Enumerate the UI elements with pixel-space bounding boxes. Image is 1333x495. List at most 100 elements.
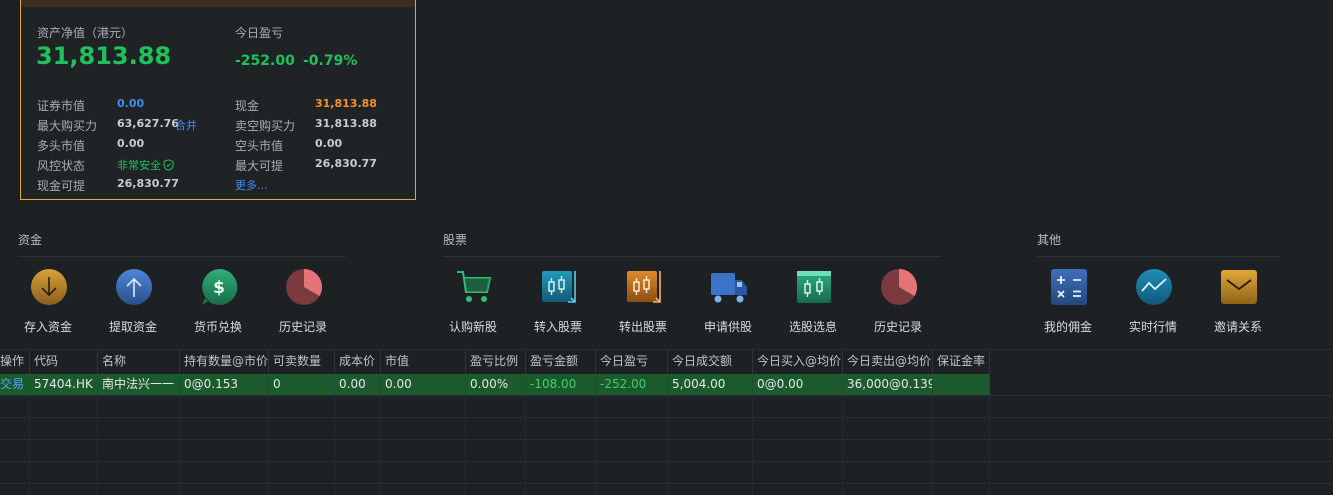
today-pnl-label: 今日盈亏 bbox=[235, 26, 284, 40]
short-buying-power-value: 31,813.88 bbox=[315, 117, 377, 130]
short-buying-power-label: 卖空购买力 bbox=[235, 119, 296, 133]
col-header-today-buy[interactable]: 今日买入@均价 bbox=[753, 350, 843, 374]
max-withdrawable-value: 26,830.77 bbox=[315, 157, 377, 170]
transfer-out-stock-button[interactable]: 转出股票 bbox=[605, 268, 681, 338]
invite-relation-label: 邀请关系 bbox=[1213, 320, 1262, 334]
ipo-subscribe-button[interactable]: 认购新股 bbox=[435, 268, 511, 338]
ipo-subscribe-label: 认购新股 bbox=[448, 320, 497, 334]
grid-col-line bbox=[380, 395, 381, 495]
funds-section-divider bbox=[18, 256, 346, 257]
currency-exchange-icon: $ bbox=[202, 268, 238, 305]
realtime-quotes-button[interactable]: 实时行情 bbox=[1115, 268, 1191, 338]
col-header-action[interactable]: 操作 bbox=[0, 350, 30, 374]
grid-col-line bbox=[268, 395, 269, 495]
scrip-option-icon bbox=[797, 271, 831, 303]
deposit-funds-button[interactable]: 存入资金 bbox=[10, 268, 86, 338]
svg-text:$: $ bbox=[213, 278, 225, 298]
transfer-out-stock-label: 转出股票 bbox=[618, 320, 667, 334]
cell-market-value: 0.00 bbox=[381, 374, 466, 395]
short-value-label: 空头市值 bbox=[235, 139, 284, 153]
grid-col-line bbox=[525, 395, 526, 495]
scrip-option-button[interactable]: 选股选息 bbox=[775, 268, 851, 338]
funds-history-label: 历史记录 bbox=[278, 320, 327, 334]
col-header-code[interactable]: 代码 bbox=[30, 350, 98, 374]
cell-pnl-amount: -108.00 bbox=[526, 374, 596, 395]
cash-label: 现金 bbox=[235, 99, 260, 113]
cell-pnl-ratio: 0.00% bbox=[466, 374, 526, 395]
cell-today-turnover: 5,004.00 bbox=[668, 374, 753, 395]
account-summary-card: 资产净值（港元） 31,813.88 今日盈亏 -252.00 -0.79% 证… bbox=[20, 0, 416, 200]
history-icon bbox=[881, 269, 918, 305]
invite-relation-button[interactable]: 邀请关系 bbox=[1200, 268, 1276, 338]
transfer-in-stock-label: 转入股票 bbox=[533, 320, 582, 334]
scrip-option-label: 选股选息 bbox=[788, 320, 837, 334]
commission-calculator-icon bbox=[1051, 269, 1087, 305]
col-header-market-value[interactable]: 市值 bbox=[381, 350, 466, 374]
risk-status-value: 非常安全 bbox=[117, 157, 174, 173]
deposit-icon bbox=[31, 269, 67, 305]
col-header-today-pnl[interactable]: 今日盈亏 bbox=[596, 350, 668, 374]
grid-col-line bbox=[667, 395, 668, 495]
cell-holding-qty: 0@0.153 bbox=[180, 374, 269, 395]
trade-link[interactable]: 交易 bbox=[0, 374, 30, 395]
col-header-sellable-qty[interactable]: 可卖数量 bbox=[269, 350, 335, 374]
col-header-holding-qty[interactable]: 持有数量@市价 bbox=[180, 350, 269, 374]
transfer-in-icon bbox=[542, 271, 576, 303]
funds-section-title: 资金 bbox=[18, 233, 43, 247]
securities-value-label: 证券市值 bbox=[37, 99, 86, 113]
cell-today-sell: 36,000@0.139 bbox=[843, 374, 933, 395]
col-header-today-turnover[interactable]: 今日成交额 bbox=[668, 350, 753, 374]
net-assets-value: 31,813.88 bbox=[36, 42, 172, 70]
shield-icon bbox=[163, 159, 174, 171]
max-buying-power-label: 最大购买力 bbox=[37, 119, 98, 133]
stocks-section-divider bbox=[443, 256, 941, 257]
transfer-in-stock-button[interactable]: 转入股票 bbox=[520, 268, 596, 338]
rights-issue-label: 申请供股 bbox=[703, 320, 752, 334]
more-link[interactable]: 更多... bbox=[235, 177, 268, 193]
cell-sellable-qty: 0 bbox=[269, 374, 335, 395]
long-value-label: 多头市值 bbox=[37, 139, 86, 153]
grid-col-line bbox=[179, 395, 180, 495]
withdraw-funds-button[interactable]: 提取资金 bbox=[95, 268, 171, 338]
rights-issue-icon bbox=[711, 273, 747, 303]
currency-exchange-button[interactable]: $ 货币兑换 bbox=[180, 268, 256, 338]
col-header-margin-ratio[interactable]: 保证金率 bbox=[933, 350, 990, 374]
withdraw-funds-label: 提取资金 bbox=[108, 320, 157, 334]
grid-col-line bbox=[752, 395, 753, 495]
stocks-section-title: 股票 bbox=[443, 233, 468, 247]
cash-value: 31,813.88 bbox=[315, 97, 377, 110]
my-commission-button[interactable]: 我的佣金 bbox=[1030, 268, 1106, 338]
long-value: 0.00 bbox=[117, 137, 145, 150]
max-buying-power-value: 63,627.76 bbox=[117, 117, 179, 130]
col-header-name[interactable]: 名称 bbox=[98, 350, 180, 374]
grid-col-line bbox=[97, 395, 98, 495]
invite-mail-icon bbox=[1221, 270, 1257, 304]
grid-col-line bbox=[595, 395, 596, 495]
history-icon bbox=[286, 269, 323, 305]
col-header-cost-price[interactable]: 成本价 bbox=[335, 350, 381, 374]
grid-col-line bbox=[989, 395, 990, 495]
col-header-pnl-ratio[interactable]: 盈亏比例 bbox=[466, 350, 526, 374]
today-pnl-value: -252.00 bbox=[235, 53, 295, 69]
net-assets-label: 资产净值（港元） bbox=[37, 26, 134, 40]
currency-exchange-label: 货币兑换 bbox=[193, 320, 242, 334]
funds-history-button[interactable]: 历史记录 bbox=[265, 268, 341, 338]
col-header-today-sell[interactable]: 今日卖出@均价 bbox=[843, 350, 933, 374]
ipo-cart-icon bbox=[457, 271, 492, 302]
today-pnl-percent: -0.79% bbox=[303, 53, 358, 69]
risk-status-label: 风控状态 bbox=[37, 159, 86, 173]
other-section-divider bbox=[1037, 256, 1280, 257]
stocks-history-button[interactable]: 历史记录 bbox=[860, 268, 936, 338]
cell-today-pnl: -252.00 bbox=[596, 374, 668, 395]
col-header-pnl-amount[interactable]: 盈亏金额 bbox=[526, 350, 596, 374]
grid-col-line bbox=[29, 395, 30, 495]
cash-withdrawable-value: 26,830.77 bbox=[117, 177, 179, 190]
cell-name: 南中法兴一一 bbox=[98, 374, 180, 395]
cash-withdrawable-label: 现金可提 bbox=[37, 179, 86, 193]
merge-link[interactable]: 合并 bbox=[175, 117, 197, 133]
realtime-quotes-icon bbox=[1136, 269, 1172, 305]
cell-cost-price: 0.00 bbox=[335, 374, 381, 395]
rights-issue-button[interactable]: 申请供股 bbox=[690, 268, 766, 338]
cell-code: 57404.HK bbox=[30, 374, 98, 395]
grid-col-line bbox=[465, 395, 466, 495]
